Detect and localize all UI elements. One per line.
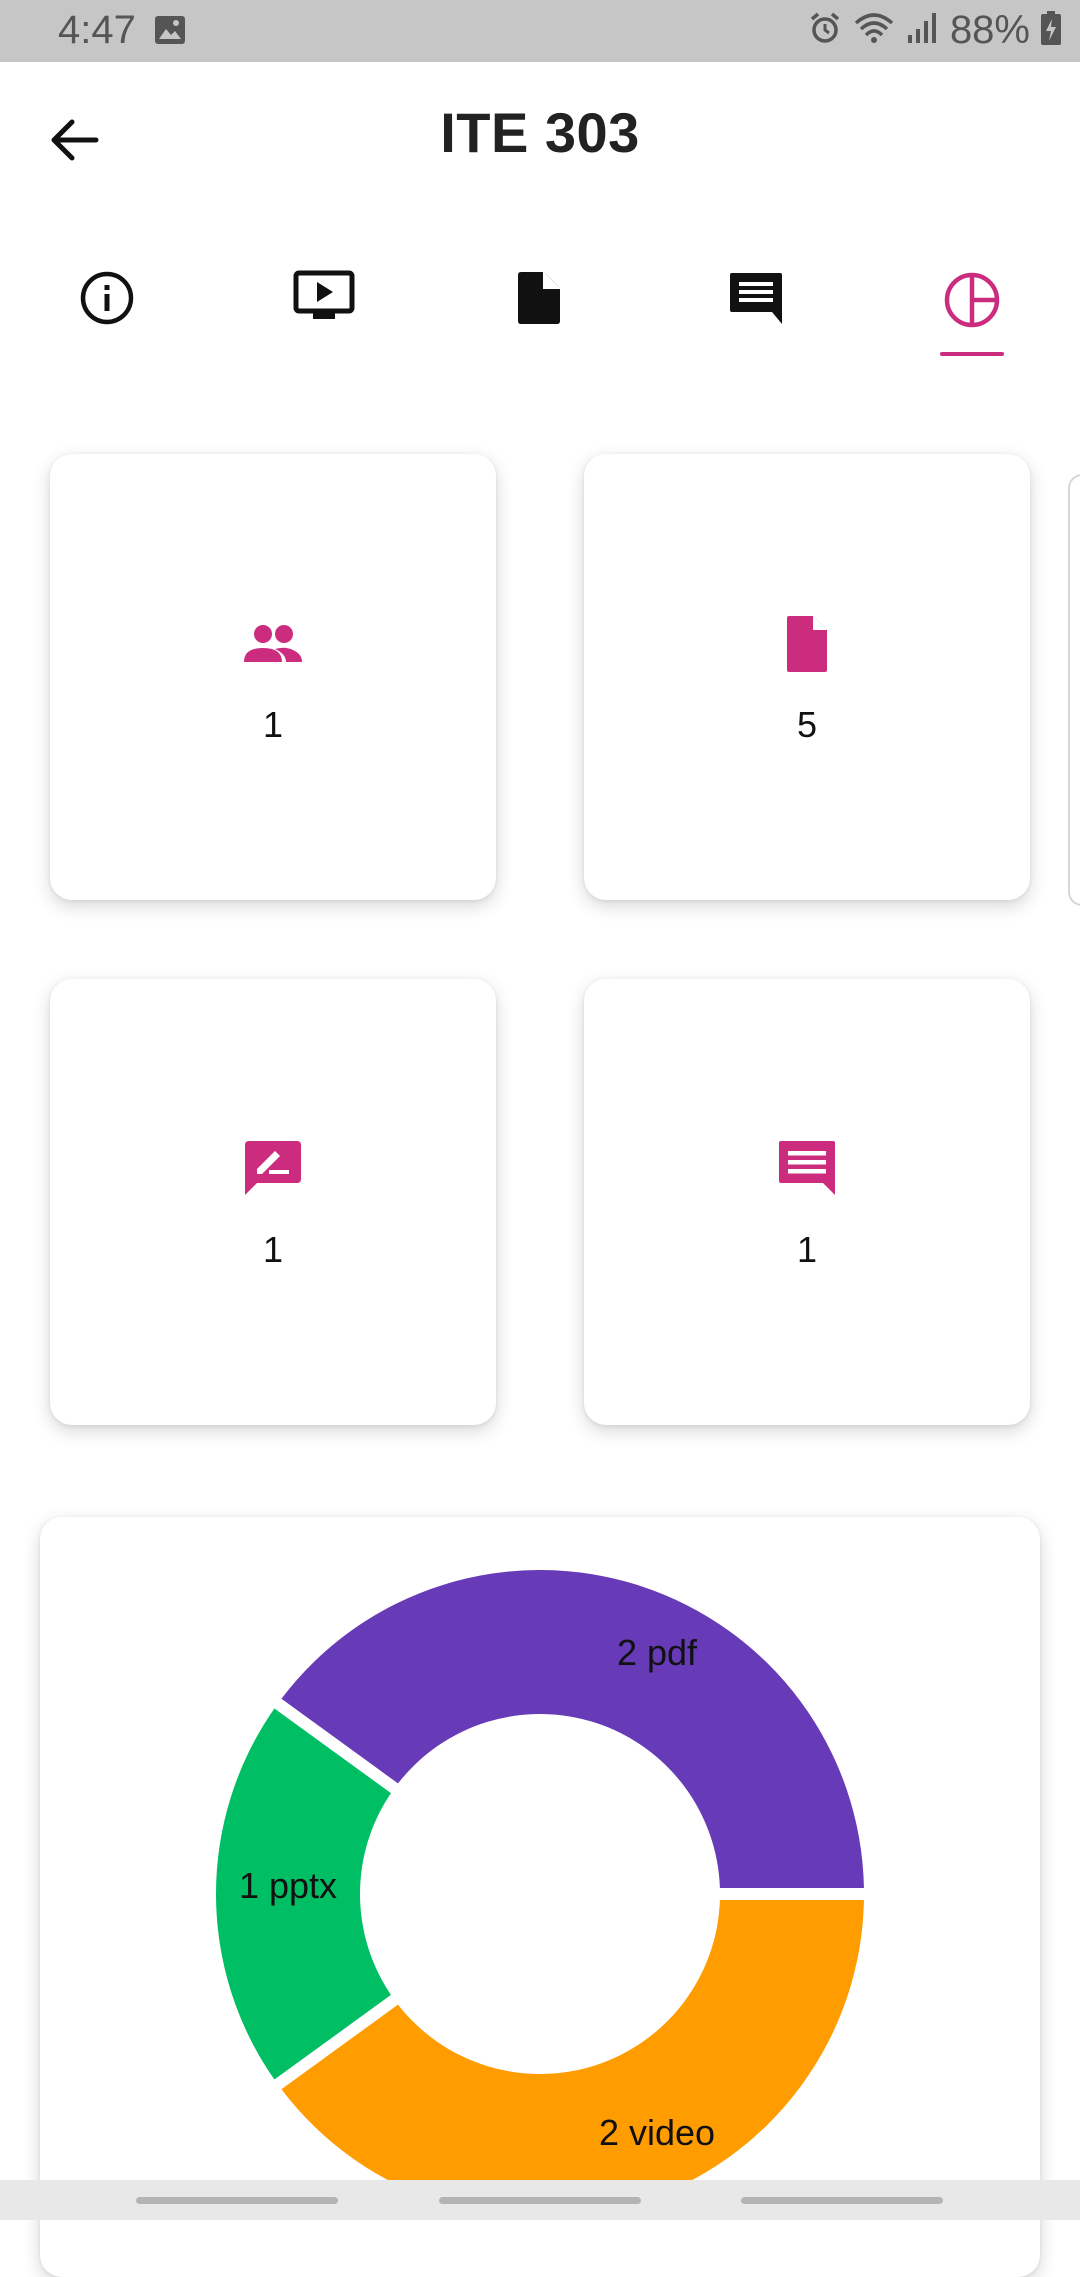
slice-label-pdf: 2 pdf [617, 1632, 698, 1673]
battery-charging-icon [1040, 10, 1062, 51]
stat-card-members: 1 [50, 454, 496, 900]
stat-card-files: 5 [584, 454, 1030, 900]
chat-icon [730, 273, 782, 324]
tab-video[interactable] [279, 270, 369, 350]
navigation-bar [0, 2180, 1080, 2220]
signal-icon [906, 11, 940, 50]
edit-comment-icon [245, 1141, 301, 1195]
stat-value: 1 [796, 1229, 818, 1270]
page-title: ITE 303 [440, 101, 640, 164]
tab-file[interactable] [494, 270, 584, 350]
status-time: 4:47 [58, 8, 136, 52]
info-icon [80, 271, 134, 325]
app-bar: ITE 303 [0, 62, 1080, 212]
slice-video[interactable] [281, 1899, 864, 2218]
slice-pdf[interactable] [281, 1570, 864, 1889]
tab-bar [0, 250, 1080, 356]
stat-value: 1 [262, 704, 284, 745]
stat-card-assignments: 1 [50, 979, 496, 1425]
status-bar: 4:47 88% [0, 0, 1080, 62]
battery-percent: 88% [949, 8, 1030, 52]
slice-label-pptx: 1 pptx [239, 1865, 337, 1906]
back-nav-button[interactable] [741, 2197, 943, 2204]
stat-value: 5 [796, 704, 818, 745]
tab-stats[interactable] [927, 270, 1017, 356]
next-card-peek [1068, 474, 1080, 906]
active-tab-indicator [940, 352, 1004, 356]
file-icon [787, 616, 827, 672]
stat-value: 1 [262, 1229, 284, 1270]
image-notification-icon [154, 15, 186, 50]
alarm-icon [808, 11, 842, 50]
home-button[interactable] [439, 2197, 641, 2204]
recent-apps-button[interactable] [136, 2197, 338, 2204]
wifi-icon [852, 11, 896, 50]
stat-card-comments: 1 [584, 979, 1030, 1425]
tab-chat[interactable] [711, 270, 801, 350]
slice-label-video: 2 video [599, 2112, 715, 2153]
file-icon [518, 272, 560, 324]
video-icon [293, 270, 355, 319]
file-type-donut-chart: 2 pdf 1 pptx 2 video [215, 1570, 864, 2218]
pie-chart-icon [944, 272, 1000, 328]
comment-icon [779, 1141, 835, 1195]
people-icon [244, 625, 302, 662]
chart-card: 2 pdf 1 pptx 2 video [40, 1517, 1040, 2277]
tab-info[interactable] [62, 270, 152, 350]
